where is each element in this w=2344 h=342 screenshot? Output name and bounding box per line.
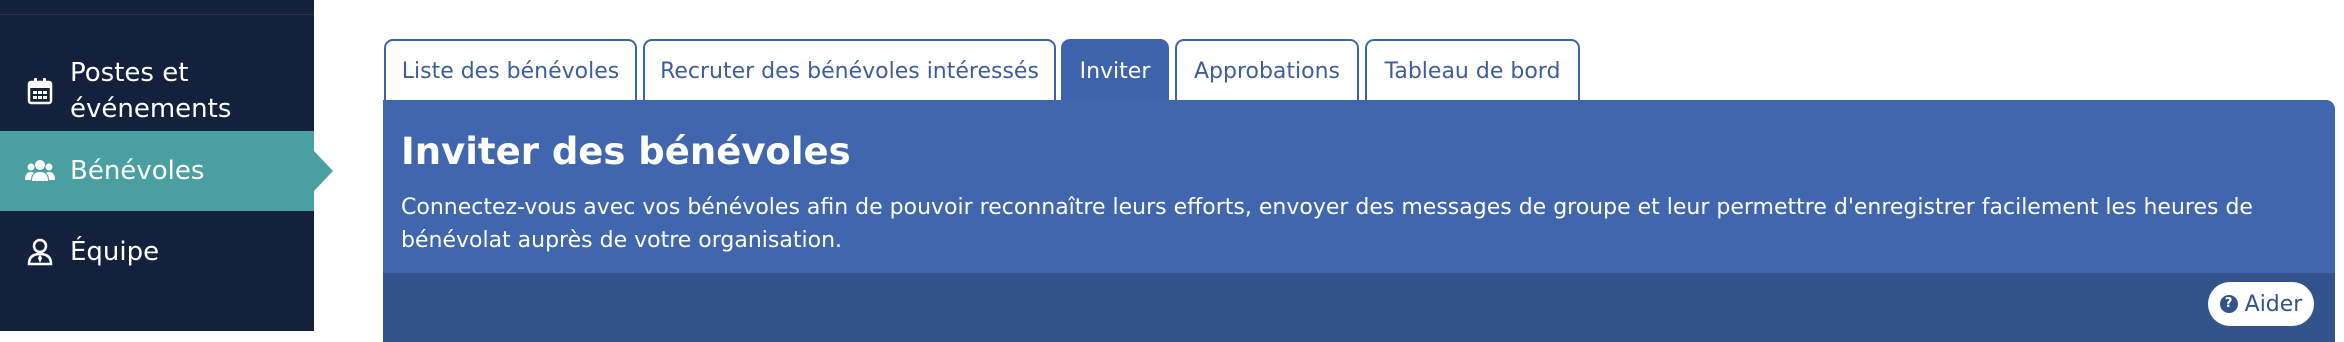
tab-label: Tableau de bord xyxy=(1384,59,1561,84)
tab-label: Inviter xyxy=(1079,59,1151,84)
question-circle-icon: ? xyxy=(2219,295,2238,313)
sidebar: Postes et événements Bénévoles Équipe xyxy=(0,0,333,331)
sidebar-item-label: Bénévoles xyxy=(70,156,205,186)
tab-volunteer-list[interactable]: Liste des bénévoles xyxy=(384,39,637,101)
calendar-icon xyxy=(27,78,53,105)
page-title: Inviter des bénévoles xyxy=(401,130,851,173)
sidebar-item-team[interactable]: Équipe xyxy=(0,212,314,292)
tab-label: Recruter des bénévoles intéressés xyxy=(660,59,1039,84)
tab-label: Approbations xyxy=(1193,59,1341,84)
tab-invite[interactable]: Inviter xyxy=(1061,39,1169,101)
sidebar-item-label: Équipe xyxy=(70,237,160,267)
users-icon xyxy=(25,160,55,181)
tab-approvals[interactable]: Approbations xyxy=(1175,39,1359,101)
help-button-label: Aider xyxy=(2244,291,2303,317)
tab-recruit-interested[interactable]: Recruter des bénévoles intéressés xyxy=(643,39,1056,101)
user-tie-icon xyxy=(27,238,53,266)
tab-dashboard[interactable]: Tableau de bord xyxy=(1365,39,1580,101)
help-button[interactable]: ? Aider xyxy=(2208,282,2314,326)
page-description: Connectez-vous avec vos bénévoles afin d… xyxy=(401,195,2253,253)
active-pointer xyxy=(314,151,333,191)
tab-label: Liste des bénévoles xyxy=(401,59,620,84)
sidebar-item-label: Postes et événements xyxy=(70,58,232,124)
panel-footer xyxy=(383,273,2335,342)
sidebar-divider xyxy=(0,14,314,15)
sidebar-item-volunteers[interactable]: Bénévoles xyxy=(0,131,333,211)
sidebar-item-events[interactable]: Postes et événements xyxy=(0,36,314,146)
